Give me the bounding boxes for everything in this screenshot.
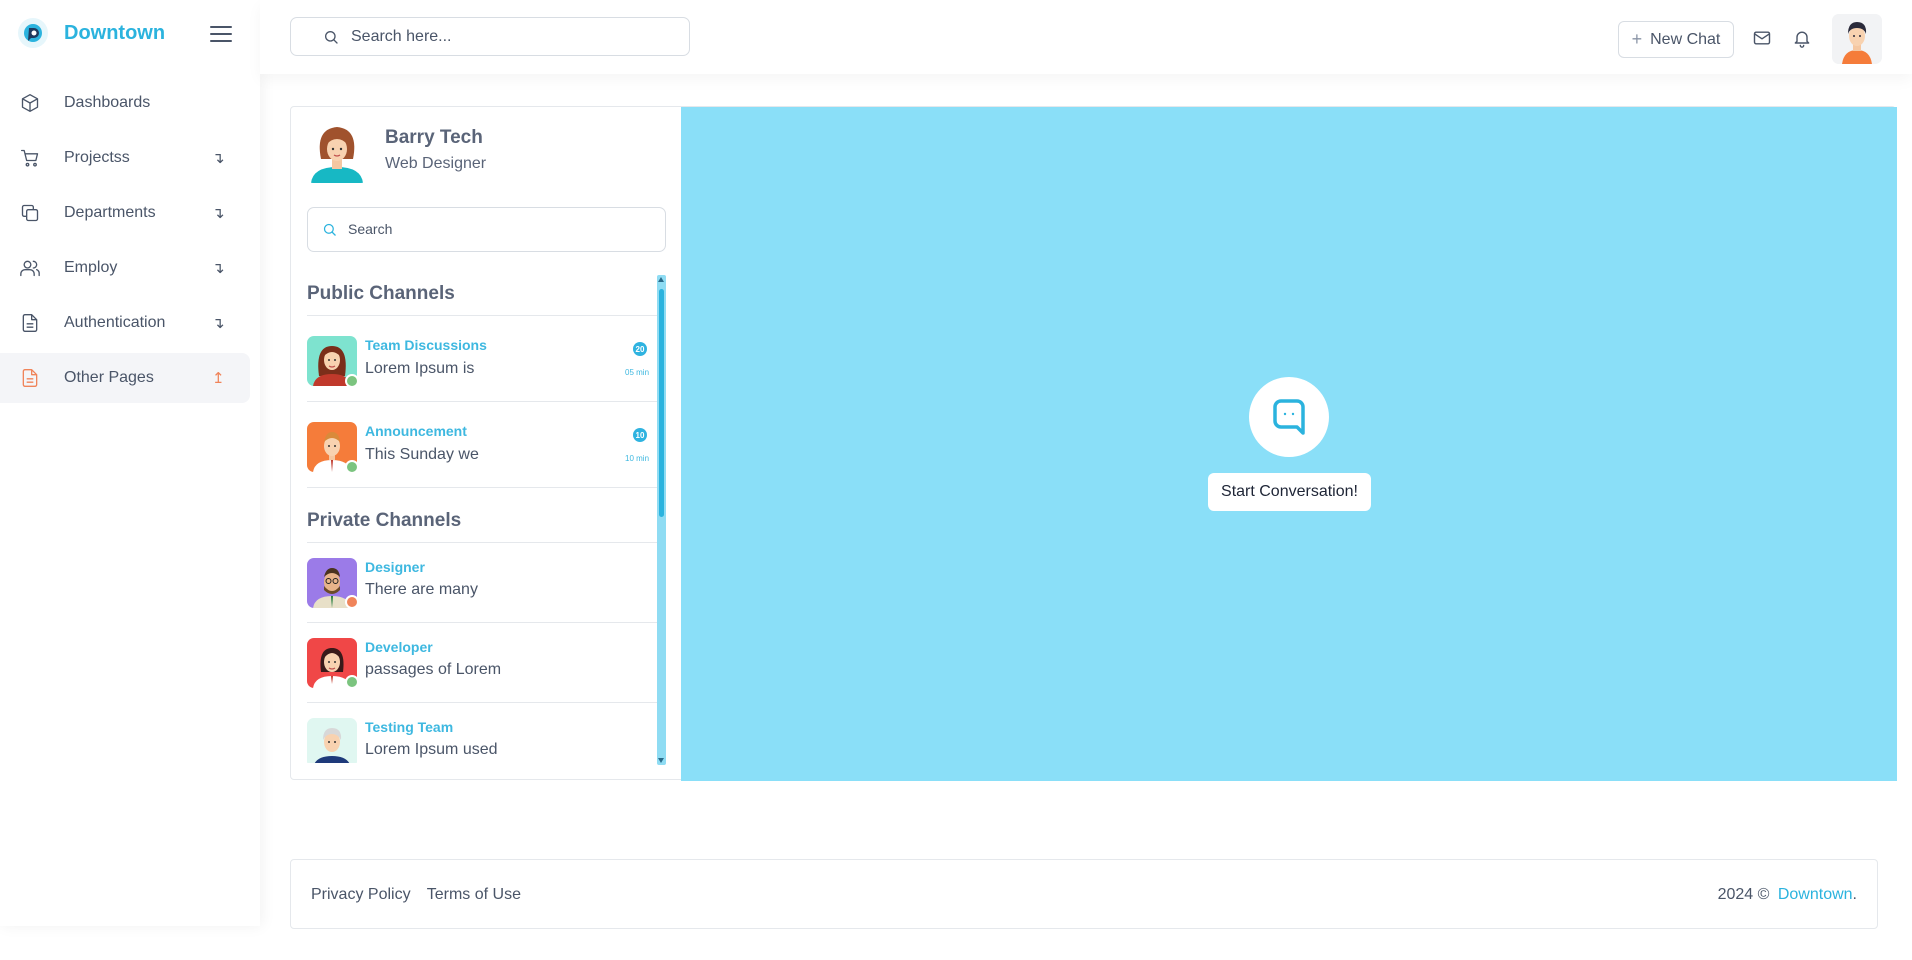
brand[interactable]: Downtown xyxy=(18,18,165,48)
users-icon xyxy=(20,258,40,278)
sidebar-item-label: Dashboards xyxy=(64,94,151,111)
footer-brand-link[interactable]: Downtown xyxy=(1778,886,1853,903)
menu-toggle-icon[interactable] xyxy=(210,26,232,44)
user-avatar[interactable] xyxy=(1832,14,1882,64)
copyright-period: . xyxy=(1852,886,1857,903)
channel-avatar xyxy=(307,718,357,763)
expand-arrow-icon[interactable]: ↴ xyxy=(212,314,225,332)
brand-logo-icon xyxy=(18,18,48,48)
file-icon xyxy=(20,368,40,388)
channel-item-developer[interactable]: Developer passages of Lorem xyxy=(307,623,657,703)
topbar: + New Chat xyxy=(260,0,1912,74)
channel-name: Team Discussions xyxy=(365,337,487,353)
mail-icon[interactable] xyxy=(1752,28,1772,48)
search-icon xyxy=(322,222,337,242)
sidebar-item-label: Authentication xyxy=(64,314,166,331)
scroll-up-arrow-icon[interactable] xyxy=(658,277,664,282)
channel-name: Developer xyxy=(365,639,433,655)
chat-search-input[interactable] xyxy=(348,221,648,237)
global-search[interactable] xyxy=(290,17,690,56)
collapse-arrow-icon[interactable]: ↥ xyxy=(212,369,225,387)
channel-item-designer[interactable]: Designer There are many xyxy=(307,543,657,623)
chat-sidebar: Barry Tech Web Designer Public Channels … xyxy=(291,107,681,779)
sidebar-item-authentication[interactable]: Authentication ↴ xyxy=(0,298,250,348)
file-icon xyxy=(20,313,40,333)
start-conversation-button[interactable]: Start Conversation! xyxy=(1208,473,1371,511)
search-icon xyxy=(323,29,339,50)
sidebar-item-label: Other Pages xyxy=(64,369,154,386)
sidebar-item-employ[interactable]: Employ ↴ xyxy=(0,243,250,293)
channel-name: Designer xyxy=(365,559,425,575)
expand-arrow-icon[interactable]: ↴ xyxy=(212,204,225,222)
new-chat-button[interactable]: + New Chat xyxy=(1618,21,1734,58)
private-channels-title: Private Channels xyxy=(307,500,657,543)
search-input[interactable] xyxy=(351,27,671,46)
chat-bubble-icon xyxy=(1249,377,1329,457)
cart-icon xyxy=(20,148,40,168)
online-status-dot xyxy=(345,460,359,474)
chat-card: Barry Tech Web Designer Public Channels … xyxy=(290,106,1897,781)
brand-name: Downtown xyxy=(64,21,166,44)
channel-name: Testing Team xyxy=(365,719,454,735)
terms-of-use-link[interactable]: Terms of Use xyxy=(427,886,521,903)
copyright-text: 2024 © xyxy=(1717,886,1770,903)
chat-search[interactable] xyxy=(307,207,666,252)
copyright: 2024 © Downtown. xyxy=(1718,886,1857,904)
profile-role: Web Designer xyxy=(385,155,487,172)
sidebar-nav: Dashboards Projectss ↴ Departments ↴ Emp… xyxy=(0,78,250,408)
expand-arrow-icon[interactable]: ↴ xyxy=(212,259,225,277)
channel-last-message: This Sunday we xyxy=(365,446,479,463)
sidebar-item-label: Employ xyxy=(64,259,118,276)
online-status-dot xyxy=(345,675,359,689)
conversation-panel: Start Conversation! xyxy=(681,107,1897,781)
sidebar-item-dashboards[interactable]: Dashboards xyxy=(0,78,250,128)
plus-icon: + xyxy=(1631,29,1643,49)
channel-name: Announcement xyxy=(365,423,467,439)
sidebar-item-label: Departments xyxy=(64,204,156,221)
channel-last-message: passages of Lorem xyxy=(365,661,502,678)
profile-name: Barry Tech xyxy=(385,127,483,148)
scroll-down-arrow-icon[interactable] xyxy=(658,758,664,763)
channel-list-scrollbar[interactable] xyxy=(657,275,666,765)
message-time: 05 min xyxy=(625,368,650,377)
footer: Privacy Policy Terms of Use 2024 © Downt… xyxy=(290,859,1878,929)
privacy-policy-link[interactable]: Privacy Policy xyxy=(311,886,411,903)
public-channels-title: Public Channels xyxy=(307,273,657,316)
channel-last-message: There are many xyxy=(365,581,478,598)
channel-item-announcement[interactable]: Announcement This Sunday we 10 10 min xyxy=(307,402,657,488)
sidebar-item-other-pages[interactable]: Other Pages ↥ xyxy=(0,353,250,403)
sidebar-item-label: Projectss xyxy=(64,149,130,166)
channel-list: Public Channels Team Discussions Lorem I… xyxy=(307,273,657,763)
sidebar-item-departments[interactable]: Departments ↴ xyxy=(0,188,250,238)
channel-item-team-discussions[interactable]: Team Discussions Lorem Ipsum is 20 05 mi… xyxy=(307,316,657,402)
online-status-dot xyxy=(345,374,359,388)
unread-badge: 10 xyxy=(633,428,647,442)
sidebar: Downtown Dashboards Projectss ↴ Departme… xyxy=(0,0,260,926)
channel-item-testing-team[interactable]: Testing Team Lorem Ipsum used xyxy=(307,703,657,763)
expand-arrow-icon[interactable]: ↴ xyxy=(212,149,225,167)
channel-last-message: Lorem Ipsum used xyxy=(365,741,498,758)
profile-avatar xyxy=(307,121,367,183)
sidebar-item-projects[interactable]: Projectss ↴ xyxy=(0,133,250,183)
away-status-dot xyxy=(345,595,359,609)
copy-icon xyxy=(20,203,40,223)
message-time: 10 min xyxy=(625,454,650,463)
unread-badge: 20 xyxy=(633,342,647,356)
profile-header: Barry Tech Web Designer xyxy=(307,121,486,183)
channel-last-message: Lorem Ipsum is xyxy=(365,360,475,377)
cube-icon xyxy=(20,93,40,113)
bell-icon[interactable] xyxy=(1792,28,1812,48)
new-chat-label: New Chat xyxy=(1650,30,1721,48)
scrollbar-thumb[interactable] xyxy=(659,289,664,517)
